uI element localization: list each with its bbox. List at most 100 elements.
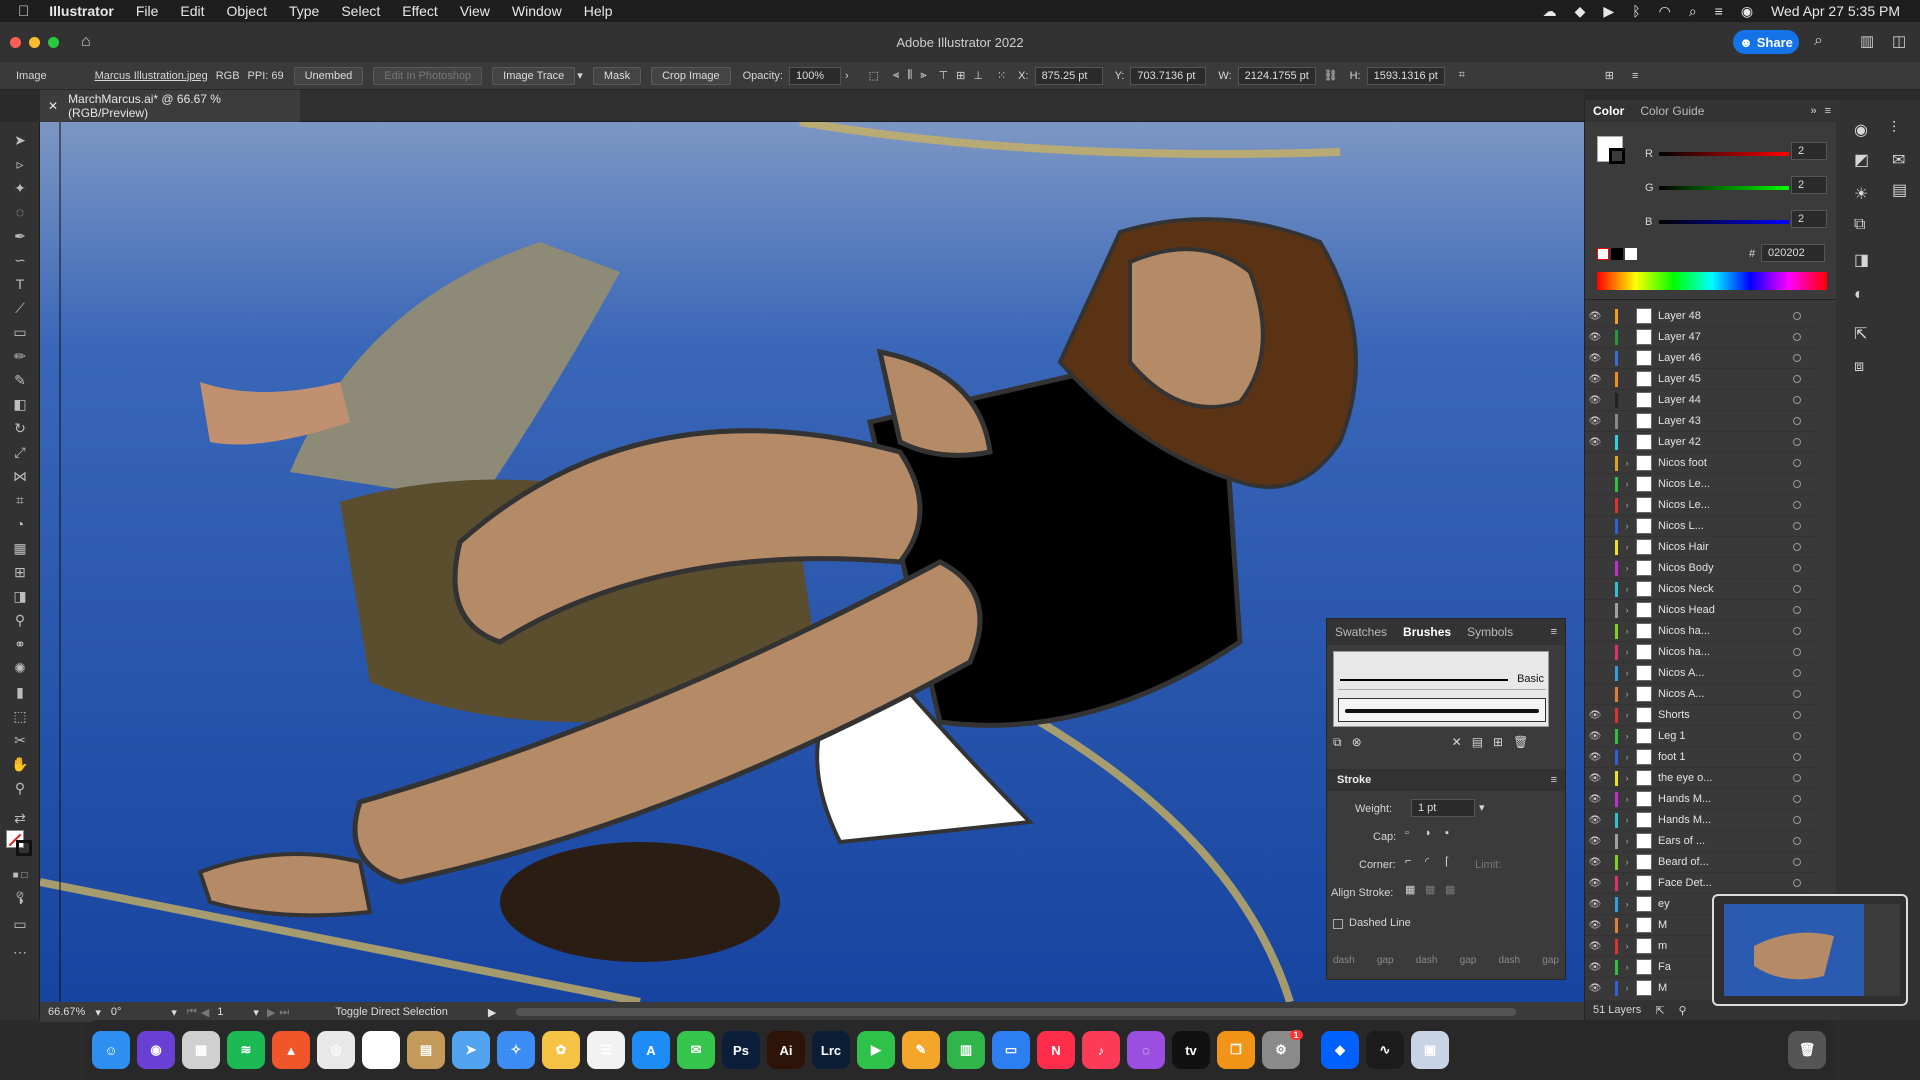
artboard-number[interactable]: 1 (217, 1006, 223, 1018)
cap-square-icon[interactable]: ▪ (1445, 827, 1449, 839)
dock-app-safari[interactable]: ✧ (497, 1031, 535, 1069)
visibility-eye-icon[interactable]: 👁 (1585, 815, 1605, 826)
dock-app-preview[interactable]: ▣ (1411, 1031, 1449, 1069)
layer-name[interactable]: Nicos Le... (1658, 499, 1710, 511)
align-inside-icon[interactable]: ▦ (1425, 883, 1435, 896)
paintbrush-tool-icon[interactable]: ✏ (10, 346, 30, 366)
layer-name[interactable]: Hands M... (1658, 793, 1711, 805)
arrange-icon[interactable]: ⊞ (1605, 69, 1614, 82)
dock-app-podcasts[interactable]: ◌ (1127, 1031, 1165, 1069)
rectangle-tool-icon[interactable]: ▭ (10, 322, 30, 342)
target-circle-icon[interactable] (1793, 459, 1801, 467)
expand-arrow-icon[interactable]: › (1618, 836, 1636, 846)
expand-arrow-icon[interactable]: › (1618, 815, 1636, 825)
w-input[interactable]: 2124.1755 pt (1237, 66, 1316, 85)
screen-mode-icon[interactable]: ▭ (10, 914, 30, 934)
expand-arrow-icon[interactable]: › (1618, 962, 1636, 972)
visibility-eye-icon[interactable]: 👁 (1585, 374, 1605, 385)
expand-arrow-icon[interactable]: › (1618, 521, 1636, 531)
dock-app-facetime[interactable]: ▶ (857, 1031, 895, 1069)
image-trace-button[interactable]: Image Trace (492, 66, 576, 85)
opacity-input[interactable]: 100% (788, 66, 841, 85)
control-center-icon[interactable]: ≡ (1715, 3, 1723, 19)
tab-color[interactable]: Color (1585, 100, 1632, 122)
layer-row[interactable]: 👁 Layer 45 (1585, 369, 1815, 390)
stroke-menu-icon[interactable]: ≡ (1551, 774, 1557, 786)
close-tab-icon[interactable]: ✕ (48, 99, 58, 113)
shaper-tool-icon[interactable]: ✎ (10, 370, 30, 390)
h-input[interactable]: 1593.1316 pt (1366, 66, 1445, 85)
hand-tool-icon[interactable]: ✋ (10, 754, 30, 774)
expand-arrow-icon[interactable]: › (1618, 542, 1636, 552)
rotate-view-angle[interactable]: 0° (111, 1006, 122, 1018)
layer-name[interactable]: Layer 45 (1658, 373, 1701, 385)
layer-name[interactable]: Layer 44 (1658, 394, 1701, 406)
visibility-eye-icon[interactable]: 👁 (1585, 836, 1605, 847)
stroke-swatch[interactable] (16, 840, 32, 856)
target-circle-icon[interactable] (1793, 396, 1801, 404)
layer-row[interactable]: › Nicos L... (1585, 516, 1815, 537)
layer-row[interactable]: › Nicos A... (1585, 663, 1815, 684)
layer-name[interactable]: Nicos Hair (1658, 541, 1709, 553)
layer-row[interactable]: › Nicos ha... (1585, 642, 1815, 663)
stroke-indicator[interactable] (1609, 148, 1625, 164)
type-tool-icon[interactable]: T (10, 274, 30, 294)
unembed-button[interactable]: Unembed (293, 66, 364, 85)
rotate-tool-icon[interactable]: ↻ (10, 418, 30, 438)
layer-row[interactable]: › Nicos Le... (1585, 474, 1815, 495)
brushes-menu-icon[interactable]: ≡ (1551, 626, 1557, 638)
eraser-tool-icon[interactable]: ◧ (10, 394, 30, 414)
dock-app-reminders[interactable]: ☰ (587, 1031, 625, 1069)
expand-arrow-icon[interactable]: › (1618, 794, 1636, 804)
visibility-eye-icon[interactable]: 👁 (1585, 437, 1605, 448)
target-circle-icon[interactable] (1793, 669, 1801, 677)
layer-row[interactable]: 👁 › foot 1 (1585, 747, 1815, 768)
visibility-eye-icon[interactable]: 👁 (1585, 962, 1605, 973)
align-left-icon[interactable]: ⫷ (893, 69, 899, 82)
fill-stroke-swap-icon[interactable]: ⇄ (10, 808, 30, 828)
status-menu-icon[interactable]: ▶ (488, 1006, 496, 1019)
layer-name[interactable]: Nicos Le... (1658, 478, 1710, 490)
dock-app-siri[interactable]: ◉ (137, 1031, 175, 1069)
collapse-panel-icon[interactable]: » (1810, 105, 1816, 117)
layer-row[interactable]: 👁 Layer 46 (1585, 348, 1815, 369)
dock-app-finder[interactable]: ☺ (92, 1031, 130, 1069)
first-artboard-icon[interactable]: ⏮ (187, 1006, 197, 1019)
lasso-tool-icon[interactable]: ◌ (10, 202, 30, 222)
layer-name[interactable]: Leg 1 (1658, 730, 1686, 742)
clock[interactable]: Wed Apr 27 5:35 PM (1771, 3, 1900, 19)
reference-point-icon[interactable]: ⁙ (997, 69, 1006, 82)
align-outside-icon[interactable]: ▦ (1445, 883, 1455, 896)
dock-app-notes[interactable]: ▤ (407, 1031, 445, 1069)
transform-icon[interactable]: ⌗ (1459, 69, 1465, 82)
zoom-level[interactable]: 66.67% (48, 1006, 85, 1018)
color-spectrum[interactable] (1597, 272, 1827, 290)
image-trace-dropdown-icon[interactable]: ▾ (577, 69, 583, 82)
dock-app-tv[interactable]: tv (1172, 1031, 1210, 1069)
layer-name[interactable]: Nicos Neck (1658, 583, 1714, 595)
gradient-tool-icon[interactable]: ◨ (10, 586, 30, 606)
dock-app-activity-monitor[interactable]: ∿ (1366, 1031, 1404, 1069)
layers-icon[interactable]: ⧉ (1854, 216, 1865, 234)
layer-name[interactable]: Nicos ha... (1658, 646, 1710, 658)
y-input[interactable]: 703.7136 pt (1130, 66, 1207, 85)
color-mode-icons[interactable]: ■ □ ⊘ (10, 866, 30, 901)
dock-app-pages[interactable]: ✎ (902, 1031, 940, 1069)
target-circle-icon[interactable] (1793, 438, 1801, 446)
dock-app-photos[interactable]: ✿ (542, 1031, 580, 1069)
visibility-eye-icon[interactable]: 👁 (1585, 773, 1605, 784)
menu-effect[interactable]: Effect (402, 3, 438, 19)
layer-name[interactable]: Face Det... (1658, 877, 1712, 889)
brush-libraries-icon[interactable]: ⧉ (1333, 735, 1342, 750)
target-circle-icon[interactable] (1793, 354, 1801, 362)
panel-menu-icon[interactable]: ≡ (1825, 105, 1831, 117)
slice-tool-icon[interactable]: ✂ (10, 730, 30, 750)
dock-app-calendar[interactable]: 27 (362, 1031, 400, 1069)
target-circle-icon[interactable] (1793, 816, 1801, 824)
target-circle-icon[interactable] (1793, 564, 1801, 572)
visibility-eye-icon[interactable]: 👁 (1585, 899, 1605, 910)
expand-arrow-icon[interactable]: › (1618, 647, 1636, 657)
linked-file-link[interactable]: Marcus Illustration.jpeg (95, 70, 208, 82)
menu-window[interactable]: Window (512, 3, 562, 19)
expand-arrow-icon[interactable]: › (1618, 731, 1636, 741)
